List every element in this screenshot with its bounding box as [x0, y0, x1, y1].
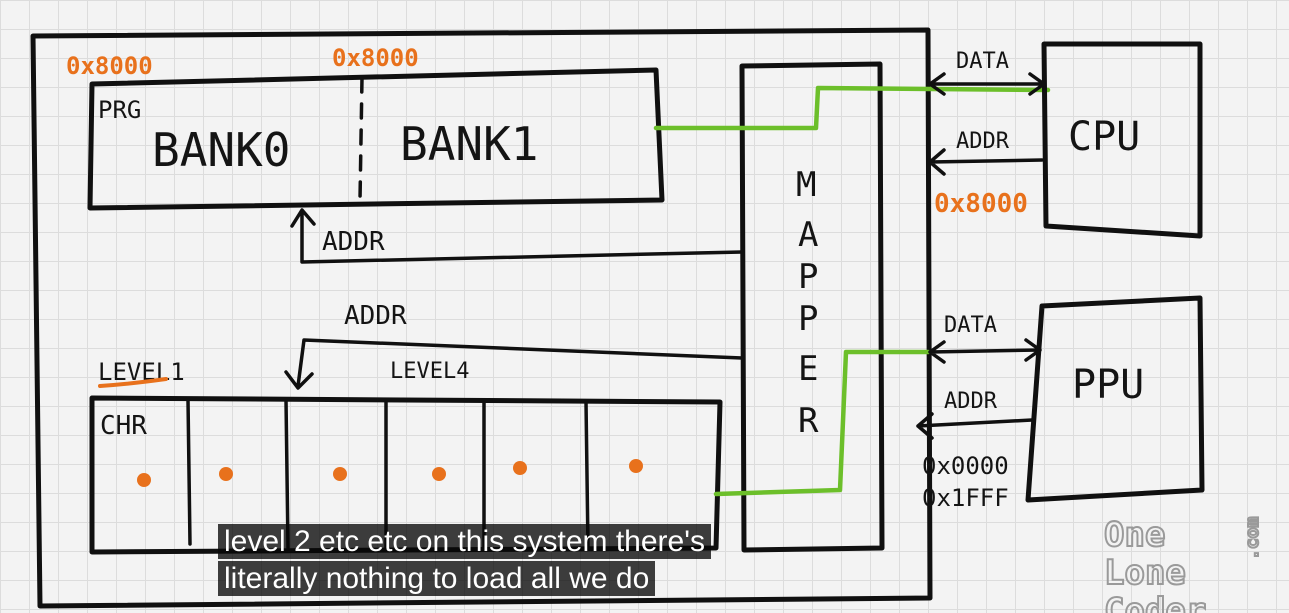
video-caption: level 2 etc etc on this system there's l… [218, 524, 711, 598]
bank-divider [358, 76, 364, 202]
chr-bank-dot [219, 467, 233, 481]
chr-bank-dot [629, 459, 643, 473]
mapper-letter: E [798, 349, 818, 389]
chr-bank-dot [333, 467, 347, 481]
prg-data-bus [653, 85, 1051, 131]
chr-bank-dot [513, 461, 527, 475]
chr-bank-dot [137, 473, 151, 487]
mapper-letter: P [798, 299, 818, 339]
prg-addr-label: ADDR [322, 227, 385, 257]
level4-label: LEVEL4 [390, 359, 469, 384]
chr-data-bus [713, 349, 931, 497]
logo-line-3: Coder [1104, 591, 1206, 613]
chr-addr-arrow [284, 338, 744, 390]
cpu-label: CPU [1068, 114, 1140, 160]
chr-divider-1 [186, 398, 192, 546]
ppu-data-arrow [928, 338, 1042, 364]
mapper-letter: M [796, 165, 816, 205]
ppu-addr-arrow [916, 412, 1034, 440]
chr-addr-label: ADDR [344, 301, 407, 331]
mapper-letter: P [798, 257, 818, 297]
onelonecoder-logo: One Lone Coder .com [1103, 514, 1264, 613]
ppu-range-start: 0x0000 [922, 452, 1009, 480]
caption-line-1: level 2 etc etc on this system there's [218, 524, 711, 559]
chr-bank-dot [432, 467, 446, 481]
cpu-data-label: DATA [956, 49, 1009, 74]
whiteboard-diagram: 0x8000 0x8000 PRG BANK0 BANK1 ADDR ADDR … [30, 27, 1264, 613]
bank1-label: BANK1 [400, 117, 538, 171]
ppu-range-end: 0x1FFF [922, 484, 1009, 512]
mapper-letter: A [798, 215, 818, 255]
prg-label: PRG [98, 96, 141, 124]
cpu-addr-value: 0x8000 [934, 189, 1028, 219]
logo-suffix: .com [1242, 516, 1263, 560]
bank0-address: 0x8000 [66, 52, 153, 80]
bank1-address: 0x8000 [332, 44, 419, 72]
ppu-label: PPU [1072, 362, 1144, 408]
logo-line-1: One [1104, 515, 1165, 555]
ppu-data-label: DATA [944, 313, 997, 338]
mapper-letter: R [798, 401, 819, 441]
caption-line-2: literally nothing to load all we do [218, 561, 656, 596]
bank0-label: BANK0 [152, 123, 290, 177]
cpu-addr-label: ADDR [956, 129, 1010, 154]
chr-label: CHR [100, 411, 147, 441]
ppu-addr-label: ADDR [944, 389, 998, 414]
logo-line-2: Lone [1104, 553, 1186, 593]
